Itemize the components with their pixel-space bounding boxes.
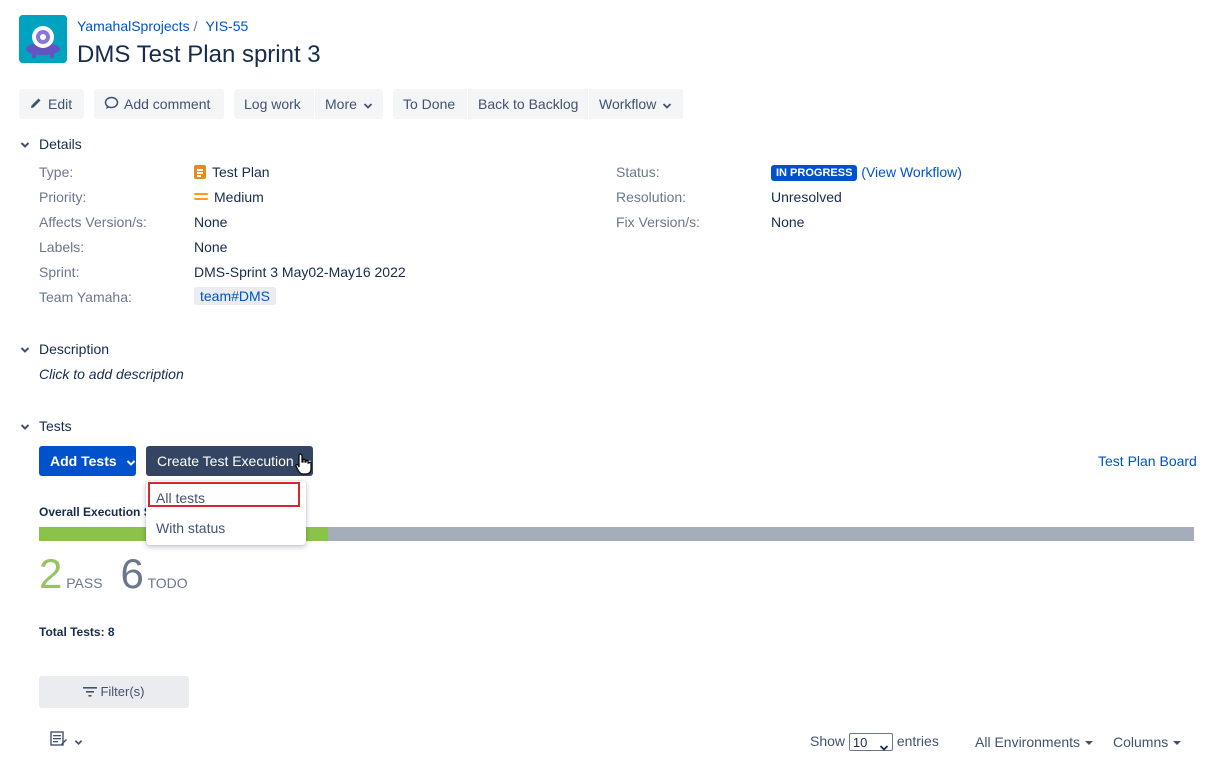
sprint-label: Sprint: [39,264,80,280]
resolution-value: Unresolved [771,189,842,205]
create-test-execution-label: Create Test Execution [157,453,294,469]
workflow-button[interactable]: Workflow [589,89,683,119]
priority-label: Priority: [39,189,87,205]
priority-value: Medium [194,189,264,205]
todo-count: 6 [120,550,144,597]
type-label: Type: [39,164,74,180]
show-label: Show [810,733,846,749]
add-comment-label: Add comment [124,96,211,112]
affects-version-label: Affects Version/s: [39,214,147,230]
entries-select-value: 10 [852,735,868,751]
menu-item-with-status[interactable]: With status [156,520,225,536]
test-plan-board-link[interactable]: Test Plan Board [1098,453,1197,469]
to-done-label: To Done [403,96,456,112]
filter-label: Filter(s) [100,684,145,699]
affects-version-value: None [194,214,228,230]
details-heading: Details [39,136,82,152]
view-workflow-link[interactable]: (View Workflow) [861,164,962,180]
description-toggle[interactable]: Description [19,341,109,358]
all-environments-label: All Environments [975,734,1081,750]
tests-toggle[interactable]: Tests [19,418,72,435]
chevron-down-icon [662,90,672,120]
sprint-value: DMS-Sprint 3 May02-May16 2022 [194,264,406,280]
back-to-backlog-button[interactable]: Back to Backlog [468,89,588,119]
comment-icon [104,90,119,120]
pass-label: PASS [66,575,103,591]
filter-button[interactable]: Filter(s) [39,676,189,708]
team-chip[interactable]: team#DMS [194,287,277,305]
pencil-icon [29,90,43,120]
filter-icon [83,677,98,709]
team-label: Team Yamaha: [39,289,132,305]
type-text: Test Plan [212,164,270,180]
resolution-label: Resolution: [616,189,687,205]
columns-label: Columns [1113,734,1169,750]
back-to-backlog-label: Back to Backlog [478,96,579,112]
description-heading: Description [39,341,110,357]
twisty-down-icon [19,419,31,435]
overall-execution-status-title: Overall Execution St [39,505,149,519]
columns-dropdown[interactable]: Columns [1113,734,1182,750]
entries-select[interactable]: 10 [848,733,893,752]
details-toggle[interactable]: Details [19,136,82,153]
priority-medium-icon [194,192,208,202]
entries-control: Show 10 entries [810,733,939,752]
create-test-execution-button[interactable]: Create Test Execution [146,446,313,476]
log-work-button[interactable]: Log work [234,89,314,119]
highlight-box [148,482,300,507]
alien-ufo-icon [19,15,67,63]
chevron-down-icon [74,733,83,749]
chevron-down-icon [879,739,889,757]
caret-down-icon [1085,741,1094,746]
status-lozenge: IN PROGRESS [771,165,858,181]
todo-label: TODO [147,575,188,591]
entries-label: entries [896,733,939,749]
breadcrumb: YamahalSprojects / YIS-55 [77,18,248,34]
chevron-down-icon [126,447,136,477]
fix-version-label: Fix Version/s: [616,214,701,230]
edit-button[interactable]: Edit [19,89,84,119]
column-list-toggle[interactable] [50,731,83,750]
test-plan-icon [194,165,206,179]
total-tests: Total Tests: 8 [39,625,115,639]
hand-cursor-icon [294,452,312,479]
page-title: DMS Test Plan sprint 3 [77,41,321,68]
breadcrumb-project[interactable]: YamahalSprojects [77,18,190,34]
list-edit-icon [50,731,68,750]
breadcrumb-issue-key[interactable]: YIS-55 [205,18,248,34]
status-value: IN PROGRESS (View Workflow) [771,164,962,181]
add-tests-label: Add Tests [50,453,117,469]
type-value: Test Plan [194,164,270,180]
tests-heading: Tests [39,418,72,434]
labels-value: None [194,239,228,255]
breadcrumb-separator: / [193,18,198,34]
to-done-button[interactable]: To Done [393,89,467,119]
add-comment-button[interactable]: Add comment [94,89,224,119]
pass-count: 2 [39,550,63,597]
labels-label: Labels: [39,239,85,255]
twisty-down-icon [19,137,31,153]
priority-text: Medium [214,189,264,205]
caret-down-icon [1173,741,1182,746]
edit-label: Edit [48,96,73,112]
description-placeholder[interactable]: Click to add description [39,366,184,382]
add-tests-button[interactable]: Add Tests [39,446,136,476]
status-counts: 2 PASS 6 TODO [39,553,188,595]
team-value: team#DMS [194,287,277,305]
more-button[interactable]: More [315,89,383,119]
chevron-down-icon [363,90,373,120]
twisty-down-icon [19,342,31,358]
workflow-label: Workflow [599,96,657,112]
more-label: More [325,96,357,112]
project-avatar[interactable] [19,15,67,63]
status-label: Status: [616,164,660,180]
log-work-label: Log work [244,96,301,112]
fix-version-value: None [771,214,805,230]
all-environments-dropdown[interactable]: All Environments [975,734,1094,750]
